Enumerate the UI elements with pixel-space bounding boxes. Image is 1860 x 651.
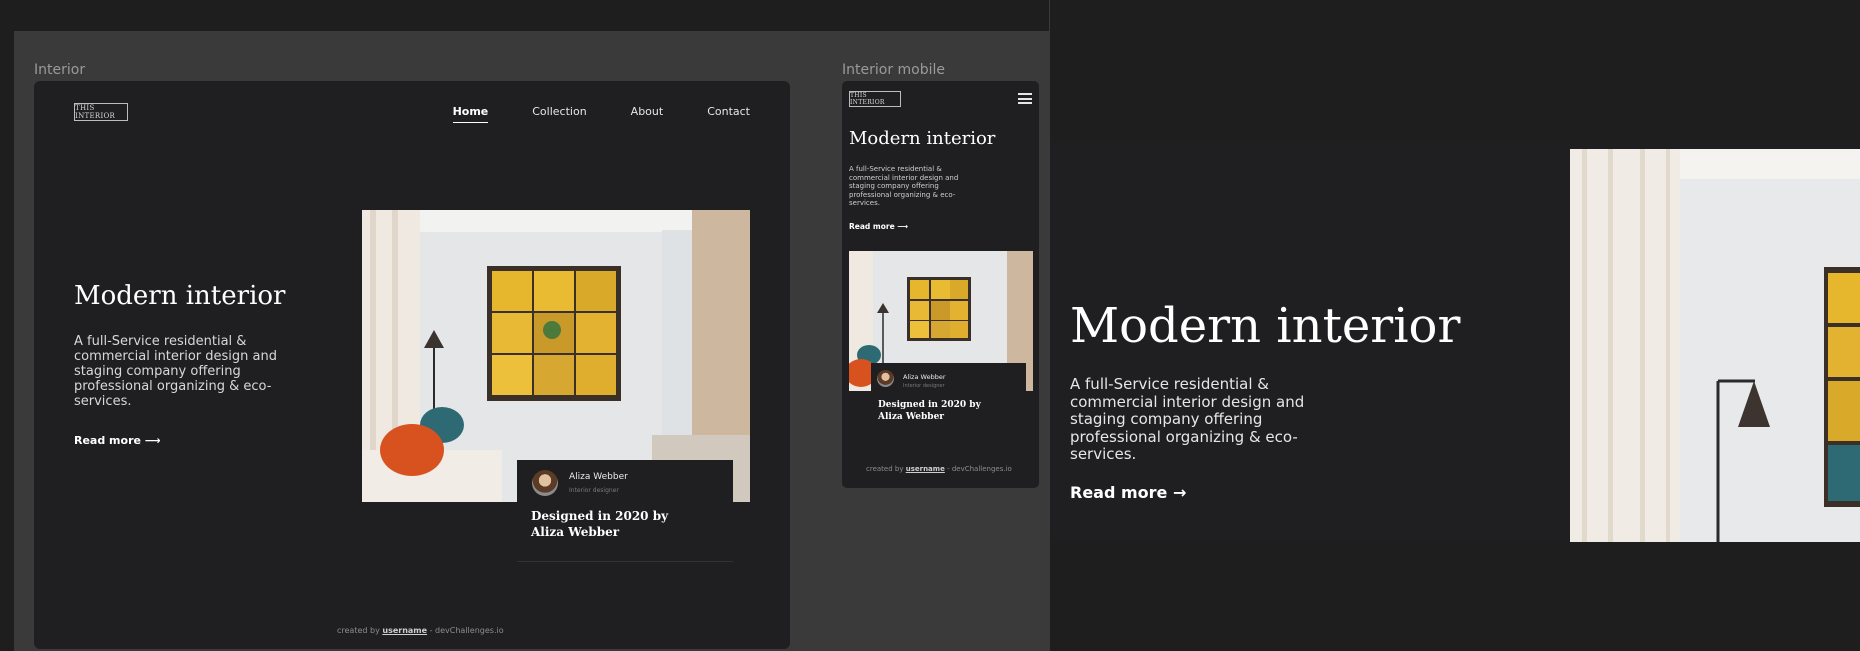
designer-name: Aliza Webber <box>569 472 628 482</box>
read-more-link[interactable]: Read more → <box>1070 483 1186 502</box>
designer-card: Aliza Webber Interior designer Designed … <box>517 460 733 562</box>
nav-about[interactable]: About <box>631 105 664 118</box>
desktop-frame[interactable]: THIS INTERIOR Home Collection About Cont… <box>34 81 790 649</box>
read-more-link[interactable]: Read more ⟶ <box>849 222 908 231</box>
credit-username[interactable]: username <box>382 626 427 635</box>
designer-role: Interior designer <box>903 383 945 389</box>
nav-collection[interactable]: Collection <box>532 105 586 118</box>
preview-panel: Modern interior A full-Service residenti… <box>1050 142 1860 542</box>
designer-role: Interior designer <box>569 487 619 494</box>
footer-credit: created by username - devChallenges.io <box>337 626 504 635</box>
designer-card: Aliza Webber Interior designer Designed … <box>871 363 1026 435</box>
credit-prefix: created by <box>337 626 380 635</box>
hamburger-menu-icon[interactable] <box>1018 93 1032 104</box>
hero-title: Modern interior <box>74 281 286 311</box>
arrow-right-icon: → <box>1172 483 1187 502</box>
designer-name: Aliza Webber <box>903 373 946 381</box>
avatar <box>532 470 558 496</box>
nav-contact[interactable]: Contact <box>707 105 750 118</box>
footer-credit: created by username - devChallenges.io <box>866 465 1012 473</box>
hero-description: A full-Service residential & commercial … <box>849 165 959 208</box>
main-nav: Home Collection About Contact <box>452 105 750 123</box>
site-logo[interactable]: THIS INTERIOR <box>74 103 128 121</box>
frame-label-mobile[interactable]: Interior mobile <box>842 62 945 78</box>
card-title: Designed in 2020 by Aliza Webber <box>878 400 981 422</box>
read-more-label: Read more <box>1070 483 1168 502</box>
hero-title: Modern interior <box>1070 298 1461 354</box>
hero-description: A full-Service residential & commercial … <box>1070 375 1305 463</box>
read-more-label: Read more <box>74 434 141 447</box>
avatar <box>877 370 894 387</box>
credit-suffix: - devChallenges.io <box>947 465 1012 473</box>
card-title: Designed in 2020 by Aliza Webber <box>531 509 669 539</box>
hero-image <box>362 210 750 502</box>
arrow-right-icon: ⟶ <box>144 434 161 447</box>
frame-label-desktop[interactable]: Interior <box>34 62 85 78</box>
read-more-label: Read more <box>849 222 895 231</box>
hero-title: Modern interior <box>849 128 996 149</box>
mobile-frame[interactable]: THIS INTERIOR Modern interior A full-Ser… <box>842 81 1039 488</box>
read-more-link[interactable]: Read more ⟶ <box>74 434 161 447</box>
credit-username[interactable]: username <box>906 465 945 473</box>
hero-image <box>1570 149 1860 542</box>
hero-description: A full-Service residential & commercial … <box>74 334 278 409</box>
arrow-right-icon: ⟶ <box>897 222 909 231</box>
credit-suffix: - devChallenges.io <box>429 626 504 635</box>
site-logo[interactable]: THIS INTERIOR <box>849 91 901 107</box>
credit-prefix: created by <box>866 465 904 473</box>
nav-home[interactable]: Home <box>452 105 488 123</box>
